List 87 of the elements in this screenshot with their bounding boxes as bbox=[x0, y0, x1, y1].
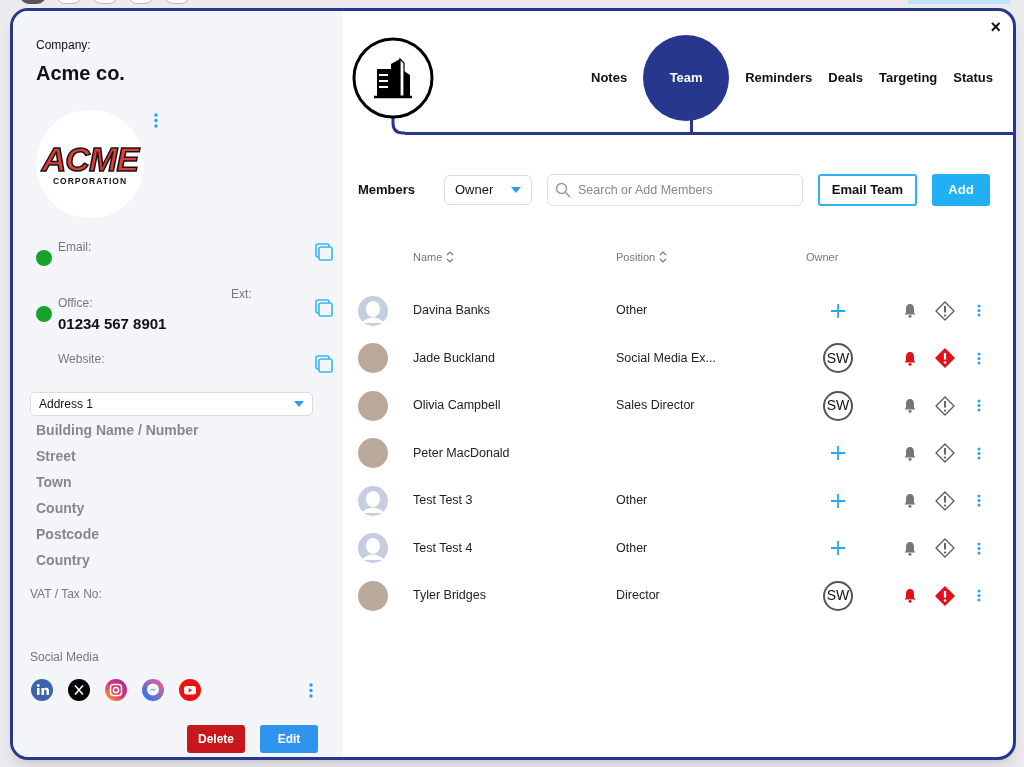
x-logo-icon[interactable] bbox=[68, 679, 90, 701]
bell-icon[interactable] bbox=[903, 398, 917, 414]
alert-icon[interactable] bbox=[935, 443, 955, 464]
ext-label: Ext: bbox=[231, 286, 252, 303]
search-field[interactable]: Search or Add Members bbox=[547, 174, 803, 206]
company-name: Acme co. bbox=[36, 61, 125, 86]
position-column-header[interactable]: Position bbox=[616, 248, 656, 266]
owner-initials-badge[interactable]: SW bbox=[823, 390, 853, 421]
phone-number: 01234 567 8901 bbox=[58, 314, 167, 334]
avatar-placeholder-icon bbox=[358, 533, 388, 564]
search-icon bbox=[555, 182, 571, 198]
bell-icon[interactable] bbox=[903, 493, 917, 509]
more-options-icon[interactable] bbox=[977, 304, 981, 318]
building-icon bbox=[352, 37, 434, 119]
more-options-icon[interactable] bbox=[977, 399, 981, 413]
owner-initials-badge[interactable]: SW bbox=[823, 343, 853, 374]
photo-placeholder bbox=[358, 438, 388, 469]
more-options-icon[interactable] bbox=[977, 589, 981, 603]
member-position: Social Media Ex... bbox=[616, 350, 717, 365]
member-position: Sales Director bbox=[616, 398, 695, 413]
sort-icon[interactable] bbox=[659, 251, 668, 263]
sort-icon[interactable] bbox=[446, 251, 455, 263]
avatar-placeholder-icon bbox=[358, 295, 388, 326]
member-name[interactable]: Test Test 4 bbox=[413, 540, 473, 555]
more-options-icon[interactable] bbox=[154, 113, 158, 128]
member-name[interactable]: Olivia Campbell bbox=[413, 398, 501, 413]
company-logo: ACME CORPORATION bbox=[36, 110, 144, 218]
plus-icon[interactable] bbox=[831, 303, 845, 318]
owner-filter-dropdown[interactable]: Owner bbox=[444, 175, 532, 205]
member-position: Other bbox=[616, 540, 648, 555]
members-label: Members bbox=[358, 181, 417, 200]
bell-icon[interactable] bbox=[903, 350, 917, 366]
more-options-icon[interactable] bbox=[309, 682, 313, 698]
plus-icon[interactable] bbox=[831, 493, 845, 508]
bell-icon[interactable] bbox=[903, 303, 917, 319]
field-label: Website: bbox=[58, 351, 105, 368]
tab[interactable]: Notes bbox=[583, 68, 636, 88]
tab[interactable]: Targeting bbox=[871, 68, 946, 88]
bell-icon[interactable] bbox=[903, 445, 917, 461]
close-button[interactable]: × bbox=[990, 17, 1001, 37]
caret-icon bbox=[511, 187, 521, 193]
tab[interactable]: Deals bbox=[820, 68, 872, 88]
plus-icon[interactable] bbox=[831, 541, 845, 556]
messenger-icon[interactable] bbox=[142, 679, 164, 701]
owner-initials-badge[interactable]: SW bbox=[823, 580, 853, 611]
alert-icon[interactable] bbox=[935, 300, 955, 321]
member-name[interactable]: Jade Buckland bbox=[413, 350, 495, 365]
tab[interactable]: Team bbox=[643, 35, 730, 121]
address-select[interactable]: Address 1 bbox=[30, 392, 313, 416]
photo-placeholder bbox=[358, 580, 388, 611]
name-column-header[interactable]: Name bbox=[413, 248, 443, 266]
social-media-label: Social Media bbox=[30, 649, 99, 666]
tab[interactable]: Status bbox=[945, 68, 1002, 88]
alert-icon[interactable] bbox=[935, 348, 955, 369]
alert-icon[interactable] bbox=[935, 395, 955, 416]
bell-icon[interactable] bbox=[903, 540, 917, 556]
plus-icon[interactable] bbox=[831, 446, 845, 461]
field-label: Email: bbox=[58, 239, 92, 256]
member-position: Other bbox=[616, 303, 648, 318]
alert-icon[interactable] bbox=[935, 490, 955, 511]
bell-icon[interactable] bbox=[903, 588, 917, 604]
alert-icon[interactable] bbox=[935, 538, 955, 559]
more-options-icon[interactable] bbox=[977, 351, 981, 365]
photo-placeholder bbox=[358, 343, 388, 374]
vat-label: VAT / Tax No: bbox=[30, 586, 102, 603]
avatar-placeholder-icon bbox=[358, 485, 388, 516]
member-position: Director bbox=[616, 588, 660, 603]
instagram-icon[interactable] bbox=[105, 679, 127, 701]
youtube-icon[interactable] bbox=[179, 679, 201, 701]
member-position: Other bbox=[616, 493, 648, 508]
field-label: Office: bbox=[58, 295, 93, 312]
more-options-icon[interactable] bbox=[977, 541, 981, 555]
owner-column-header: Owner bbox=[806, 249, 839, 265]
member-name[interactable]: Test Test 3 bbox=[413, 493, 473, 508]
member-name[interactable]: Davina Banks bbox=[413, 303, 491, 318]
linkedin-icon[interactable] bbox=[31, 679, 53, 701]
photo-placeholder bbox=[358, 390, 388, 421]
company-label: Company: bbox=[36, 37, 91, 54]
more-options-icon[interactable] bbox=[977, 494, 981, 508]
tab[interactable]: Reminders bbox=[737, 68, 821, 88]
member-name[interactable]: Peter MacDonald bbox=[413, 445, 510, 460]
caret-icon bbox=[294, 401, 304, 407]
alert-icon[interactable] bbox=[935, 585, 955, 606]
email-team-button[interactable]: Email Team bbox=[818, 174, 917, 206]
delete-button[interactable]: Delete bbox=[187, 725, 245, 753]
more-options-icon[interactable] bbox=[977, 446, 981, 460]
member-name[interactable]: Tyler Bridges bbox=[413, 588, 486, 603]
